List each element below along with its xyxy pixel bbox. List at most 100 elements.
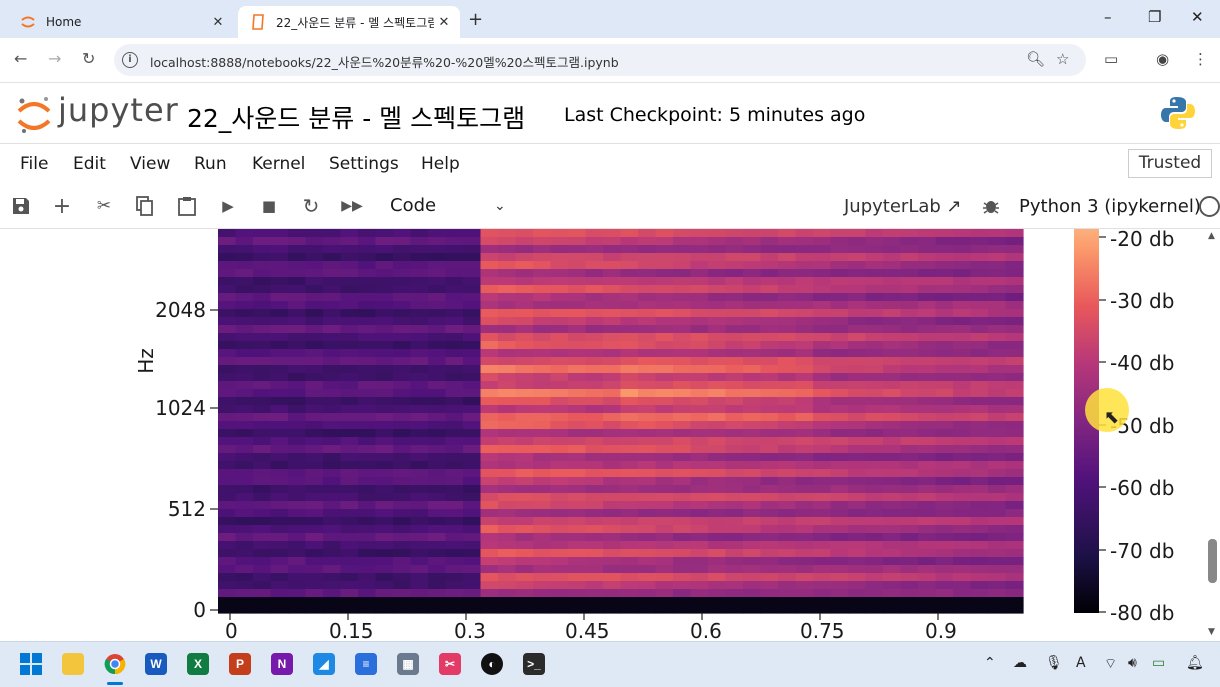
trusted-indicator[interactable]: Trusted — [1128, 149, 1212, 178]
heatmap-cell — [725, 437, 744, 446]
heatmap-cell — [900, 253, 919, 262]
heatmap-cell — [445, 397, 464, 406]
close-tab-icon[interactable]: ✕ — [434, 15, 454, 30]
bookmark-star-icon[interactable]: ☆ — [1056, 50, 1069, 68]
tab-home[interactable]: Home ✕ — [8, 6, 234, 38]
heatmap-cell — [585, 365, 604, 374]
word-icon[interactable]: W — [145, 653, 167, 675]
run-all-icon[interactable]: ▶▶ — [340, 194, 364, 218]
heatmap-cell — [515, 293, 534, 302]
excel-icon[interactable]: X — [187, 653, 209, 675]
volume-icon[interactable]: 🔊︎ — [1128, 655, 1137, 671]
open-jupyterlab-link[interactable]: JupyterLab ↗ — [844, 196, 962, 217]
input-language-icon[interactable]: A — [1076, 655, 1086, 671]
close-tab-icon[interactable]: ✕ — [208, 15, 228, 30]
scroll-up-icon[interactable]: ▲ — [1208, 231, 1215, 241]
heatmap-cell — [498, 485, 517, 494]
run-cell-icon[interactable]: ▶ — [216, 194, 240, 218]
restore-button[interactable]: ❐ — [1148, 8, 1161, 26]
terminal-icon[interactable]: >_ — [523, 653, 545, 675]
notification-bell-icon[interactable]: 🔔︎ — [1186, 655, 1204, 671]
cell-type-select[interactable]: Code — [390, 195, 436, 216]
app-icon[interactable]: ◐ — [481, 653, 503, 675]
heatmap-cell — [270, 509, 289, 518]
heatmap-cell — [795, 573, 814, 582]
close-window-button[interactable]: ✕ — [1191, 8, 1204, 26]
paste-icon[interactable] — [175, 194, 199, 218]
browser-menu-icon[interactable]: ⋮ — [1193, 50, 1208, 68]
scroll-down-icon[interactable]: ▼ — [1208, 627, 1215, 637]
menu-kernel[interactable]: Kernel — [252, 154, 305, 174]
jupyter-logo-icon[interactable] — [16, 95, 52, 139]
onenote-icon[interactable]: N — [271, 653, 293, 675]
heatmap-cell — [743, 557, 762, 566]
menu-edit[interactable]: Edit — [73, 154, 106, 174]
microphone-icon[interactable]: 🎙︎ — [1045, 655, 1063, 671]
url-text[interactable]: localhost:8888/notebooks/22_사운드%20분류%20-… — [150, 52, 619, 71]
heatmap-cell — [253, 573, 272, 582]
battery-icon[interactable]: ▭ — [1152, 655, 1165, 671]
new-tab-button[interactable]: + — [468, 9, 483, 30]
file-explorer-icon[interactable] — [62, 653, 84, 675]
reload-icon[interactable]: ↻ — [82, 49, 95, 68]
heatmap-cell — [305, 461, 324, 470]
heatmap-cell — [305, 373, 324, 382]
address-bar[interactable]: i localhost:8888/notebooks/22_사운드%20분류%2… — [114, 44, 1086, 76]
heatmap-cell — [673, 485, 692, 494]
powerpoint-icon[interactable]: P — [229, 653, 251, 675]
heatmap-cell — [813, 317, 832, 326]
profile-icon[interactable]: ◉ — [1156, 50, 1169, 68]
tab-notebook[interactable]: 22_사운드 분류 - 멜 스펙토그림 ✕ — [238, 6, 460, 38]
heatmap-cell — [340, 325, 359, 334]
start-icon[interactable] — [20, 653, 42, 675]
tab-search-icon[interactable]: ▭ — [1104, 50, 1118, 68]
site-info-icon[interactable]: i — [122, 52, 138, 68]
heatmap-cell — [655, 381, 674, 390]
menu-file[interactable]: File — [20, 154, 48, 174]
copy-icon[interactable] — [133, 194, 157, 218]
heatmap-cell — [235, 477, 254, 486]
wifi-icon[interactable]: ⌔ — [1104, 655, 1117, 673]
menu-view[interactable]: View — [130, 154, 170, 174]
snipping-tool-icon[interactable]: ✂ — [439, 653, 461, 675]
notebook-title[interactable]: 22_사운드 분류 - 멜 스펙토그램 — [187, 99, 525, 135]
interrupt-kernel-icon[interactable]: ■ — [257, 194, 281, 218]
restart-kernel-icon[interactable]: ↻ — [299, 194, 323, 218]
heatmap-cell — [725, 589, 744, 598]
calculator-icon[interactable]: ▦ — [397, 653, 419, 675]
menu-settings[interactable]: Settings — [329, 154, 399, 174]
heatmap-cell — [410, 389, 429, 398]
heatmap-cell — [323, 509, 342, 518]
heatmap-cell — [865, 525, 884, 534]
heatmap-cell — [988, 549, 1007, 558]
heatmap-cell — [288, 525, 307, 534]
scrollbar-thumb[interactable] — [1208, 539, 1217, 583]
zoom-icon[interactable]: 🔍︎ — [1026, 50, 1045, 68]
chevron-down-icon[interactable]: ⌄ — [494, 198, 506, 214]
heatmap-cell — [988, 245, 1007, 254]
chrome-icon[interactable] — [104, 653, 126, 675]
save-icon[interactable] — [9, 194, 33, 218]
heatmap-cell — [515, 573, 534, 582]
heatmap-cell — [620, 357, 639, 366]
notepad-icon[interactable]: ≡ — [355, 653, 377, 675]
menu-run[interactable]: Run — [194, 154, 227, 174]
back-icon[interactable]: ← — [14, 49, 27, 68]
heatmap-cell — [480, 277, 499, 286]
heatmap-cell — [848, 493, 867, 502]
cut-icon[interactable]: ✂ — [92, 194, 116, 218]
visual-studio-icon[interactable]: ◢ — [313, 653, 335, 675]
onedrive-cloud-icon[interactable]: ☁ — [1013, 655, 1027, 671]
minimize-button[interactable]: – — [1104, 8, 1112, 26]
heatmap-cell — [725, 389, 744, 398]
add-cell-icon[interactable]: + — [50, 194, 74, 219]
heatmap-cell — [218, 445, 237, 454]
chevron-up-icon[interactable]: ⌃ — [984, 655, 996, 671]
kernel-name[interactable]: Python 3 (ipykernel) — [1019, 196, 1201, 217]
debugger-bug-icon[interactable] — [979, 194, 1003, 218]
forward-icon[interactable]: → — [48, 49, 61, 68]
heatmap-cell — [340, 589, 359, 598]
menu-help[interactable]: Help — [421, 154, 460, 174]
heatmap-cell — [830, 541, 849, 550]
heatmap-cell — [848, 469, 867, 478]
